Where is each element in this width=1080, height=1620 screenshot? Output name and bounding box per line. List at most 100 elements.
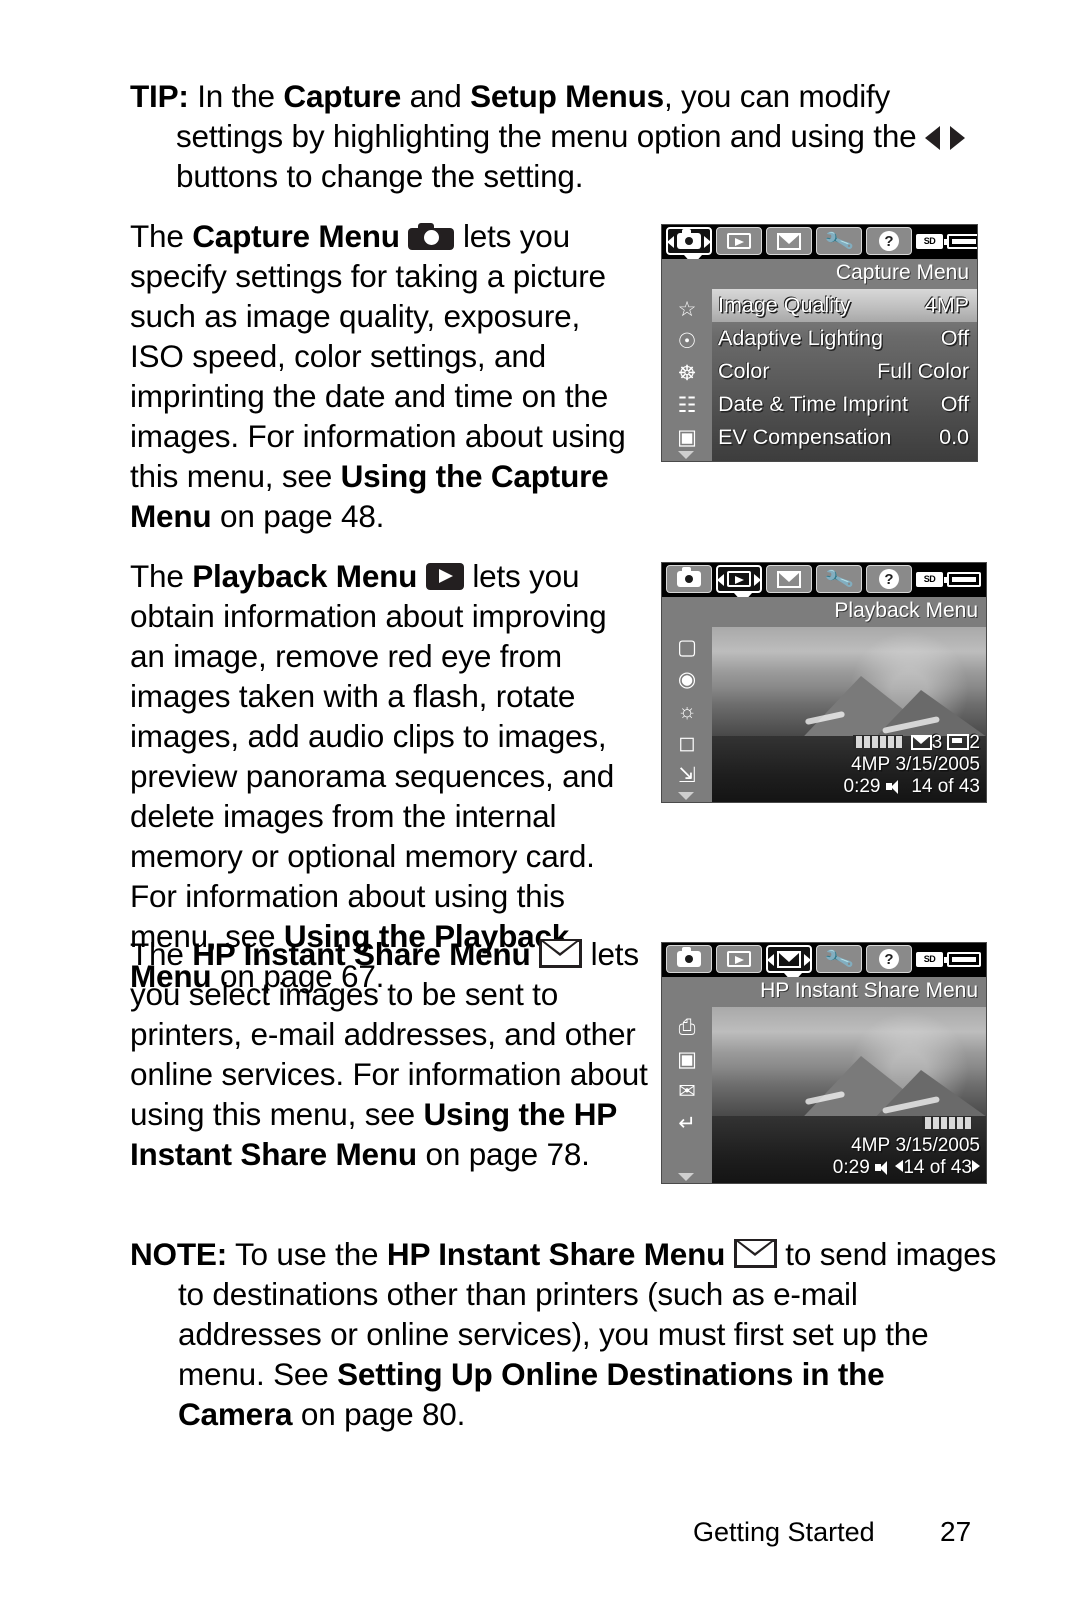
setup-mail-icon: ✉ (678, 1079, 696, 1103)
sd-card-icon: SD (916, 233, 943, 249)
scroll-down-indicator[interactable] (678, 1173, 694, 1181)
play-icon (425, 563, 464, 590)
share-count-icon (910, 735, 932, 750)
sd-card-icon: SD (916, 571, 943, 587)
lcd-title: HP Instant Share Menu (760, 979, 978, 1002)
share-tab[interactable] (766, 227, 812, 255)
filmstrip-icon (852, 735, 903, 749)
setup-tab[interactable]: 🔧 (816, 563, 862, 595)
next-image-icon[interactable] (972, 1160, 980, 1172)
wrench-icon: 🔧 (822, 563, 856, 595)
note-bold-share-menu: HP Instant Share Menu (386, 1236, 726, 1272)
help-tab[interactable]: ? (866, 945, 912, 973)
menu-row-value: Full Color (877, 359, 969, 383)
menu-row-value: Off (940, 326, 969, 350)
note-seg3: on page 80. (292, 1396, 466, 1432)
photo-time-index: 0:29 14 of 43 (833, 1157, 980, 1179)
menu-row-label: Adaptive Lighting (718, 326, 883, 350)
capture-ref-tail: on page 48. (211, 498, 385, 534)
note-seg1: To use the (227, 1236, 387, 1272)
photo-time: 0:29 (843, 776, 881, 797)
speaker-icon (875, 1161, 890, 1175)
scroll-down-indicator[interactable] (678, 792, 694, 800)
title-bar: Capture Menu (662, 259, 977, 289)
left-right-arrow-buttons-icon (925, 125, 967, 151)
setup-tab[interactable]: 🔧 (816, 225, 862, 257)
preview-icon: ☼ (677, 699, 697, 723)
capture-tab[interactable] (666, 945, 712, 973)
photo-preview: 3 2 4MP 3/15/2005 0:29 14 of 43 (712, 627, 986, 802)
menu-row-ev-compensation[interactable]: EV Compensation 0.0 (712, 421, 977, 454)
playback-tab[interactable] (716, 945, 762, 973)
playback-tab[interactable] (716, 565, 762, 593)
photo-resolution: 4MP (851, 754, 891, 775)
share-tab[interactable] (766, 945, 812, 973)
camera-icon (677, 229, 701, 249)
share-lead: The (130, 936, 193, 972)
tip-block: TIP: In the Capture and Setup Menus, you… (130, 76, 990, 196)
menu-icon-rail: ⎙ ▣ ✉ ↵ (662, 1007, 712, 1183)
battery-icon (944, 571, 981, 587)
panorama-icon: ◻ (678, 731, 696, 755)
help-tab[interactable]: ? (866, 565, 912, 593)
photo-badges: 3 2 (852, 732, 980, 754)
capture-tab[interactable] (666, 227, 712, 255)
tip-bold-capture: Capture (283, 78, 402, 114)
filmstrip-icon (922, 1116, 972, 1130)
tab-bar: 🔧 ? SD (662, 563, 986, 603)
tip-line1-c: and (401, 78, 471, 114)
playback-menu-paragraph: The Playback Menu lets you obtain inform… (130, 556, 646, 996)
playback-bold-title: Playback Menu (192, 558, 418, 594)
note-label: NOTE: (130, 1236, 227, 1272)
photo-time-index: 0:29 14 of 43 (844, 776, 981, 798)
menu-row-value: 4MP (924, 293, 969, 317)
photo-index: 14 of 43 (903, 1157, 972, 1178)
question-icon: ? (879, 569, 899, 589)
menu-row-color[interactable]: Color Full Color (712, 355, 977, 388)
wrench-icon: 🔧 (822, 225, 856, 257)
envelope-icon (777, 232, 801, 250)
page-number: 27 (940, 1516, 972, 1547)
delete-icon: ▢ (677, 635, 697, 659)
photo-badges (922, 1113, 980, 1135)
capture-bold-title: Capture Menu (192, 218, 400, 254)
menu-row-date-time-imprint[interactable]: Date & Time Imprint Off (712, 388, 977, 421)
tip-bold-setup-menus: Setup Menus (470, 78, 664, 114)
menu-list: Image Quality 4MP Adaptive Lighting Off … (712, 289, 977, 461)
share-menu-paragraph: The HP Instant Share Menu lets you selec… (130, 934, 650, 1174)
menu-row-value: 0.0 (939, 425, 969, 449)
help-tab[interactable]: ? (866, 227, 912, 255)
menu-row-label: Image Quality (718, 293, 851, 317)
capture-menu-paragraph: The Capture Menu lets you specify settin… (130, 216, 642, 536)
ev-icon: ▣ (677, 425, 697, 449)
playback-lead: The (130, 558, 193, 594)
envelope-icon (539, 939, 583, 968)
tip-line2: settings by highlighting the menu option… (176, 118, 917, 154)
title-bar: HP Instant Share Menu (662, 977, 986, 1007)
share-tab[interactable] (766, 565, 812, 593)
tip-line3: buttons to change the setting. (176, 158, 584, 194)
envelope-icon (777, 570, 801, 588)
photo-time: 0:29 (832, 1157, 870, 1178)
photos-icon: ▣ (677, 1047, 697, 1071)
note-block: NOTE: To use the HP Instant Share Menu t… (130, 1234, 1000, 1434)
menu-row-adaptive-lighting[interactable]: Adaptive Lighting Off (712, 322, 977, 355)
rotate-icon: ⇲ (678, 763, 696, 787)
question-icon: ? (879, 949, 899, 969)
menu-row-image-quality[interactable]: Image Quality 4MP (712, 289, 977, 322)
scroll-down-indicator[interactable] (678, 451, 694, 459)
photo-resolution-date: 4MP 3/15/2005 (851, 1135, 980, 1157)
back-icon: ↵ (678, 1111, 696, 1135)
play-icon (727, 233, 751, 249)
photo-index: 14 of 43 (911, 776, 980, 797)
envelope-icon (777, 950, 801, 968)
playback-tab[interactable] (716, 227, 762, 255)
photo-preview: 4MP 3/15/2005 0:29 14 of 43 (712, 1007, 986, 1183)
setup-tab[interactable]: 🔧 (816, 943, 862, 975)
menu-icon-rail: ☆ ☉ ☸ ☷ ▣ (662, 289, 712, 461)
capture-tab[interactable] (666, 565, 712, 593)
menu-row-value: Off (940, 392, 969, 416)
print-count: 2 (969, 732, 980, 753)
wrench-icon: 🔧 (822, 943, 856, 975)
playback-body: obtain information about improving an im… (130, 598, 615, 954)
